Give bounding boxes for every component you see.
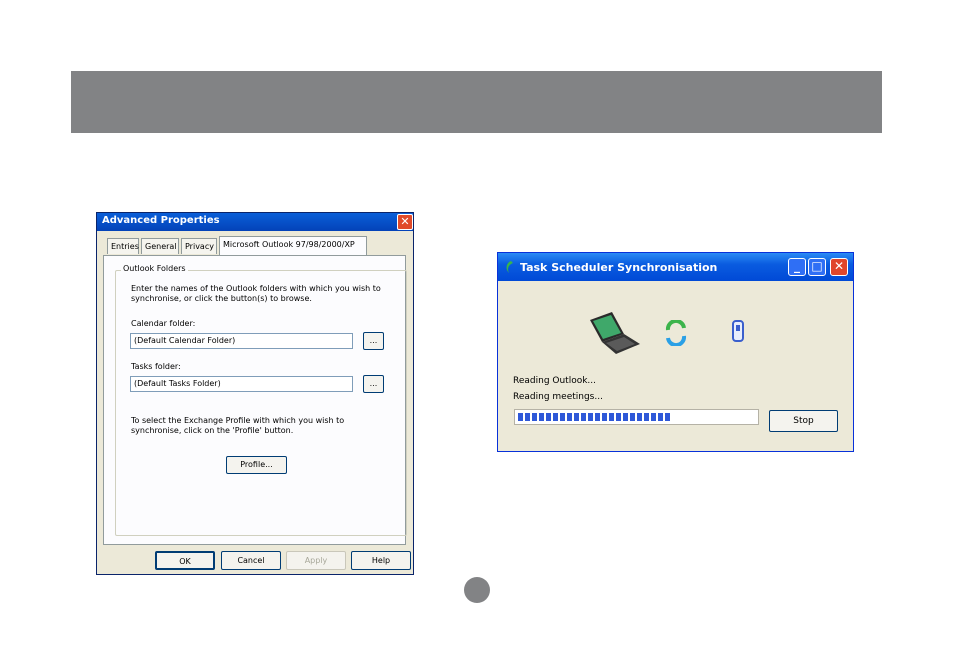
progress-segment	[658, 413, 663, 421]
title-bar: Advanced Properties ✕	[97, 213, 413, 231]
progress-segment	[595, 413, 600, 421]
progress-segment	[623, 413, 628, 421]
help-button[interactable]: Help	[351, 551, 411, 570]
ok-button[interactable]: OK	[155, 551, 215, 570]
profile-button[interactable]: Profile...	[226, 456, 287, 474]
intro-text-line2: synchronise, or click the button(s) to b…	[131, 294, 312, 303]
tab-privacy[interactable]: Privacy	[181, 238, 217, 254]
cancel-button[interactable]: Cancel	[221, 551, 281, 570]
page-number-dot	[464, 577, 490, 603]
tab-general[interactable]: General	[141, 238, 179, 254]
progress-segment	[644, 413, 649, 421]
minimize-button[interactable]: _	[788, 258, 806, 276]
progress-segment	[665, 413, 670, 421]
progress-segment	[630, 413, 635, 421]
dialog-title: Advanced Properties	[102, 215, 220, 226]
close-button[interactable]: ✕	[830, 258, 848, 276]
sync-arrows-icon	[665, 320, 687, 346]
apply-button[interactable]: Apply	[286, 551, 346, 570]
progress-segment	[525, 413, 530, 421]
header-banner	[71, 71, 882, 133]
calendar-folder-input[interactable]: (Default Calendar Folder)	[130, 333, 353, 349]
tab-microsoft-outlook[interactable]: Microsoft Outlook 97/98/2000/XP	[219, 236, 367, 255]
progress-segment	[567, 413, 572, 421]
status-line2: Reading meetings...	[513, 392, 603, 402]
progress-segment	[581, 413, 586, 421]
progress-segment	[651, 413, 656, 421]
progress-segment	[560, 413, 565, 421]
progress-segment	[539, 413, 544, 421]
title-bar: Task Scheduler Synchronisation _ □ ✕	[498, 253, 853, 281]
sync-progress-bar	[514, 409, 759, 425]
progress-segment	[609, 413, 614, 421]
stop-button[interactable]: Stop	[769, 410, 838, 432]
close-button[interactable]: ✕	[397, 214, 413, 230]
dialog-title: Task Scheduler Synchronisation	[520, 261, 718, 274]
progress-segment	[602, 413, 607, 421]
progress-segment	[588, 413, 593, 421]
group-label: Outlook Folders	[121, 264, 188, 273]
progress-segment	[532, 413, 537, 421]
progress-segment	[637, 413, 642, 421]
progress-segment	[546, 413, 551, 421]
calendar-browse-button[interactable]: ...	[363, 332, 384, 350]
tasks-folder-label: Tasks folder:	[131, 362, 181, 371]
progress-segment	[574, 413, 579, 421]
progress-segment	[518, 413, 523, 421]
maximize-button[interactable]: □	[808, 258, 826, 276]
laptop-icon	[590, 312, 640, 354]
tab-entries[interactable]: Entries	[107, 238, 139, 254]
progress-segment	[616, 413, 621, 421]
device-icon	[732, 320, 744, 342]
calendar-folder-label: Calendar folder:	[131, 319, 196, 328]
progress-segment	[553, 413, 558, 421]
tasks-folder-input[interactable]: (Default Tasks Folder)	[130, 376, 353, 392]
profile-text-line2: synchronise, click on the 'Profile' butt…	[131, 426, 294, 435]
app-icon	[506, 261, 513, 273]
outlook-folders-group	[115, 270, 407, 536]
status-line1: Reading Outlook...	[513, 376, 597, 386]
tasks-browse-button[interactable]: ...	[363, 375, 384, 393]
